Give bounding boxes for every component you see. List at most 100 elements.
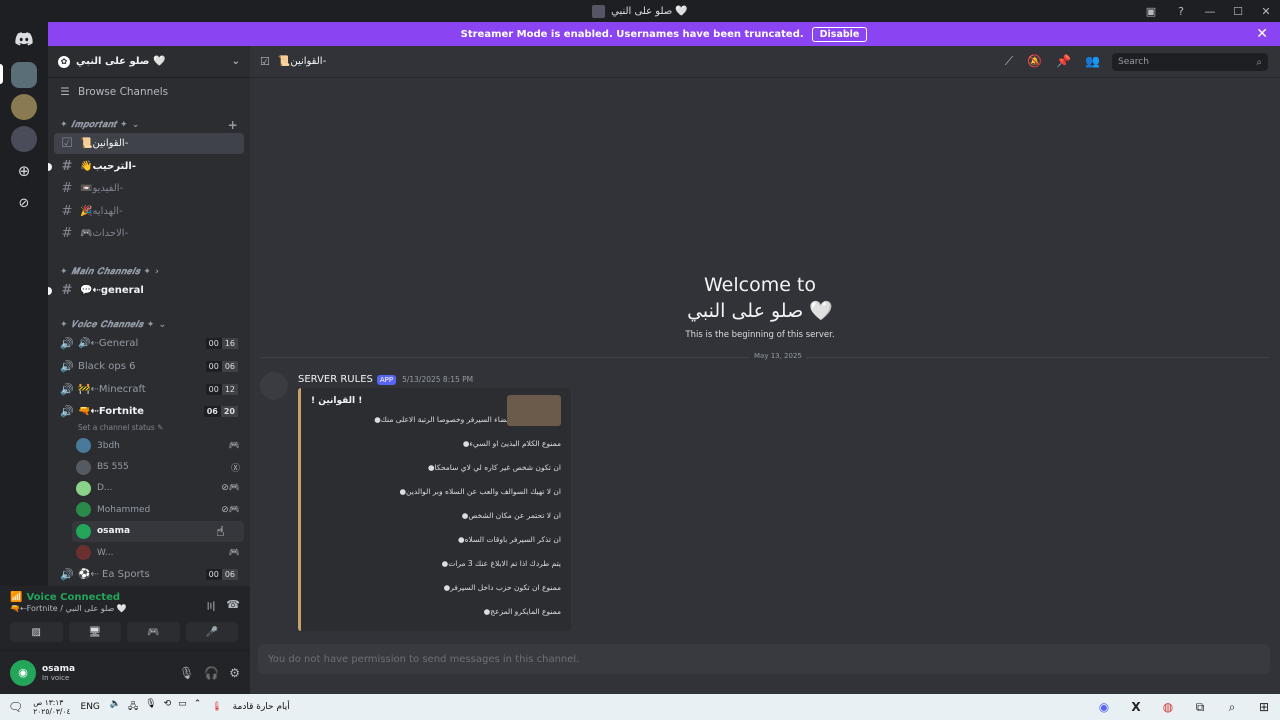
channel-label: 🎮الاحداث- (80, 228, 129, 240)
voice-channel-easports[interactable]: 🔊 ⚽⇠ Ea Sports 00 06 (54, 563, 244, 586)
settings-gear-icon[interactable]: ⚙ (229, 666, 240, 680)
minimize-button[interactable]: — (1196, 0, 1224, 22)
channel-events[interactable]: # 🎮الاحداث- (54, 223, 244, 244)
avatar (76, 523, 91, 539)
voice-channel-general[interactable]: 🔊 🔊⇠General 00 16 (54, 333, 244, 356)
task-view-icon[interactable]: ⧉ (1190, 697, 1210, 717)
voice-member[interactable]: W... 🎮 (72, 542, 244, 563)
user-panel: ◉ osama In voice 🎙 🎧 ⚙ (0, 650, 250, 694)
category-label: ✦ 𝑽𝒐𝒊𝒄𝒆 𝑪𝒉𝒂𝒏𝒏𝒆𝒍𝒔 ✦ (60, 319, 155, 330)
notification-bell-icon[interactable]: 🔕 (1027, 54, 1042, 69)
discord-home-icon[interactable] (11, 26, 37, 52)
window-title-text: صلو على النبي 🤍 (611, 5, 688, 17)
network-icon[interactable]: 🖧 (128, 699, 138, 715)
channel-gifts[interactable]: # 🎉الهدايه- (54, 201, 244, 222)
avatar (76, 459, 91, 475)
date-divider: May 13, 2025 (260, 352, 1270, 360)
microphone-icon[interactable]: 🎙 (179, 666, 194, 680)
avatar[interactable] (260, 372, 288, 400)
channel-title: 📜القوانين- (277, 56, 327, 67)
hash-icon: # (61, 158, 73, 174)
server-icon-active[interactable] (11, 62, 37, 88)
server-icon[interactable] (11, 94, 37, 120)
search-input[interactable]: Search ⌕ (1112, 53, 1268, 71)
pin-icon[interactable]: 📌 (1056, 54, 1071, 69)
voice-member[interactable]: BS 555 Ⓧ (72, 456, 244, 477)
chevron-up-icon[interactable]: ⌃ (194, 699, 202, 715)
screen-share-button[interactable]: 🖥 (68, 622, 121, 642)
category-main[interactable]: ✦ 𝑴𝒂𝒊𝒏 𝑪𝒉𝒂𝒏𝒏𝒆𝒍𝒔 ✦ › (48, 264, 250, 280)
disconnect-icon[interactable]: ☎ (226, 598, 240, 614)
add-server-icon[interactable]: ⊕ (11, 158, 37, 184)
member-list-icon[interactable]: 👥 (1085, 54, 1100, 69)
soundwave-icon[interactable]: 〣 (205, 598, 216, 614)
chevron-down-icon: ⌄ (231, 56, 240, 67)
category-voice[interactable]: ✦ 𝑽𝒐𝒊𝒄𝒆 𝑪𝒉𝒂𝒏𝒏𝒆𝒍𝒔 ✦ ⌄ (48, 317, 250, 333)
disable-button[interactable]: Disable (811, 26, 868, 42)
hash-icon: # (61, 226, 73, 242)
voice-channel-blackops[interactable]: 🔊 Black ops 6 00 06 (54, 355, 244, 378)
channel-general[interactable]: # 💬⇠general (48, 280, 244, 301)
channel-label: 📼الفيديو- (80, 183, 124, 195)
close-icon[interactable]: ✕ (1256, 26, 1268, 42)
clock[interactable]: ١٣:١٣ ص ٢٠٢٥/٠٣/٠٤ (33, 698, 70, 716)
message-composer[interactable]: You do not have permission to send messa… (258, 644, 1270, 674)
member-name: Mohammed (97, 504, 151, 515)
camera-off-button[interactable]: ▨ (10, 622, 63, 642)
voice-member[interactable]: 3bdh 🎮 (72, 435, 244, 456)
voice-channel-minecraft[interactable]: 🔊 🚧⇠Minecraft 00 12 (54, 378, 244, 401)
discord-app-icon[interactable]: ◉ (1094, 697, 1114, 717)
user-info[interactable]: osama In voice (42, 664, 75, 682)
channel-rules[interactable]: ☑ 📜القوانين- (54, 133, 244, 154)
inbox-icon[interactable]: ▣ (1136, 0, 1166, 22)
browse-channels[interactable]: ☰ Browse Channels (48, 79, 250, 105)
banner-text: Streamer Mode is enabled. Usernames have… (460, 28, 804, 40)
channel-video[interactable]: # 📼الفيديو- (54, 178, 244, 199)
weather-icon: 🌡 (211, 702, 223, 712)
channel-status[interactable]: Set a channel status ✎ (48, 423, 250, 435)
x-app-icon[interactable]: X (1126, 697, 1146, 717)
activities-button[interactable]: 🎮 (127, 622, 180, 642)
mouse-cursor-icon: ☝ (216, 524, 225, 540)
avatar[interactable]: ◉ (10, 659, 36, 686)
weather-text[interactable]: أيام حارة قادمة (233, 702, 290, 712)
threads-icon[interactable]: ⟋ (1005, 54, 1013, 69)
app-badge: APP (376, 374, 397, 385)
start-menu-icon[interactable]: ⊞ (1254, 697, 1274, 717)
embed-thumbnail[interactable] (507, 395, 561, 426)
maximize-button[interactable]: ☐ (1224, 0, 1252, 22)
voice-channel-label: Black ops 6 (78, 360, 136, 372)
help-icon[interactable]: ? (1166, 0, 1196, 22)
xbox-icon: Ⓧ (230, 463, 240, 474)
language-indicator[interactable]: ENG (81, 702, 100, 712)
monitor-icon[interactable]: ▭ (178, 699, 187, 715)
rules-list: ● ان تحترم جميع اعضاء السيرفر وخصوصا الر… (311, 408, 561, 624)
voice-channel-label: 🔊⇠General (78, 338, 139, 350)
voice-channel-fortnite[interactable]: 🔊 🔫⇠Fortnite 06 20 (54, 400, 244, 423)
microphone-icon[interactable]: 🎙 (145, 699, 156, 715)
hash-icon: # (61, 282, 73, 298)
guild-header[interactable]: ✿ صلو على النبي 🤍 ⌄ (48, 46, 250, 78)
server-icon[interactable] (11, 126, 37, 152)
soundboard-button[interactable]: 🎤 (185, 622, 238, 642)
volume-icon[interactable]: 🔈 (110, 699, 121, 715)
meet-icon[interactable]: ⟲ (164, 699, 172, 715)
browser-app-icon[interactable]: ◍ (1158, 697, 1178, 717)
voice-actions: 〣 ☎ (205, 598, 240, 614)
header-tools: ⟋ 🔕 📌 👥 (1005, 54, 1100, 69)
search-icon[interactable]: ⌕ (1222, 697, 1242, 717)
voice-channel-label: 🔫⇠Fortnite (78, 406, 144, 418)
notification-icon[interactable]: 🗨 (8, 700, 23, 714)
welcome-server-name: صلو على النبي 🤍 (687, 300, 833, 322)
discover-icon[interactable]: ⊘ (11, 190, 37, 216)
voice-member[interactable]: Mohammed ⊘🎮 (72, 499, 244, 520)
close-window-button[interactable]: ✕ (1252, 0, 1280, 22)
add-channel-icon[interactable]: + (228, 118, 238, 132)
headphones-icon[interactable]: 🎧 (204, 666, 219, 680)
voice-member[interactable]: D... ⊘🎮 (72, 478, 244, 499)
voice-connected-panel: 📶 Voice Connected 🔫⇠Fortnite / صلو على ا… (0, 586, 250, 650)
channel-welcome[interactable]: # 👋الترحيب- (48, 156, 244, 177)
category-important[interactable]: ✦ 𝑰𝒎𝒑𝒐𝒓𝒕𝒂𝒏𝒕 ✦ ⌄ + (48, 117, 250, 133)
message-author[interactable]: SERVER RULES (298, 374, 373, 385)
os-taskbar: 🗨 ١٣:١٣ ص ٢٠٢٥/٠٣/٠٤ ENG 🔈 🖧 🎙 ⟲ ▭ ⌃ 🌡 أ… (0, 694, 1280, 720)
